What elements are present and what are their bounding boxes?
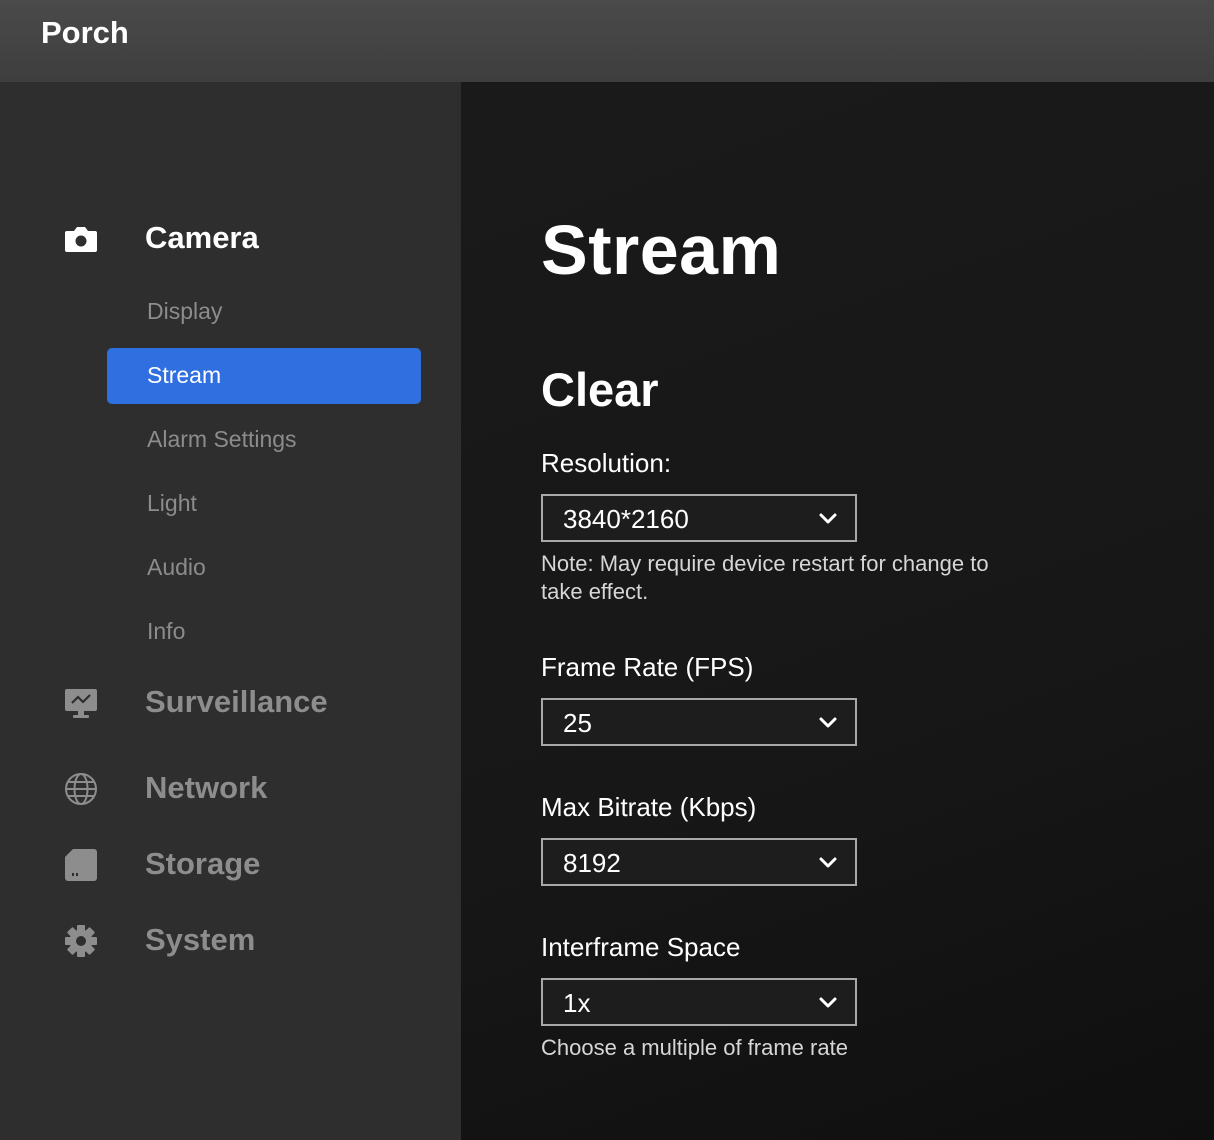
max-bitrate-select[interactable]: 8192 <box>541 838 857 886</box>
frame-rate-label: Frame Rate (FPS) <box>541 652 754 682</box>
sidebar-item-label: Display <box>147 298 223 324</box>
sidebar-section-label: Network <box>145 770 268 805</box>
interframe-space-label: Interframe Space <box>541 932 741 962</box>
sidebar-section-label: Camera <box>145 220 259 255</box>
globe-icon <box>62 770 100 808</box>
sidebar-section-label: Surveillance <box>145 684 328 719</box>
camera-icon <box>62 220 100 258</box>
frame-rate-select[interactable]: 25 <box>541 698 857 746</box>
sidebar-item-label: Stream <box>147 362 222 388</box>
sidebar-section-surveillance[interactable]: Surveillance <box>0 676 461 726</box>
app-title: Porch <box>41 15 129 50</box>
max-bitrate-value: 8192 <box>563 848 621 878</box>
sidebar-item-info[interactable]: Info <box>107 604 421 660</box>
sidebar-item-stream[interactable]: Stream <box>107 348 421 404</box>
sidebar-item-label: Light <box>147 490 197 516</box>
subsection-title: Clear <box>541 363 659 416</box>
frame-rate-value: 25 <box>563 708 592 738</box>
max-bitrate-label: Max Bitrate (Kbps) <box>541 792 757 822</box>
sidebar-item-display[interactable]: Display <box>107 284 421 340</box>
sidebar-item-label: Info <box>147 618 186 644</box>
sidebar-section-system[interactable]: System <box>0 914 461 964</box>
sidebar-section-label: System <box>145 922 256 957</box>
monitor-icon <box>62 684 100 722</box>
interframe-space-select[interactable]: 1x <box>541 978 857 1026</box>
resolution-value: 3840*2160 <box>563 504 689 534</box>
sidebar-section-camera[interactable]: Camera <box>0 212 461 262</box>
chevron-down-icon <box>819 717 837 728</box>
page-title: Stream <box>541 211 782 289</box>
interframe-space-note: Choose a multiple of frame rate <box>541 1035 848 1060</box>
sidebar-item-audio[interactable]: Audio <box>107 540 421 596</box>
resolution-label: Resolution: <box>541 448 672 478</box>
sidebar-section-network[interactable]: Network <box>0 762 461 812</box>
top-bar: Porch <box>0 0 1214 82</box>
sidebar-section-label: Storage <box>145 846 261 881</box>
chevron-down-icon <box>819 857 837 868</box>
resolution-note: Note: May require device restart for cha… <box>541 551 989 604</box>
sidebar-item-alarm-settings[interactable]: Alarm Settings <box>107 412 421 468</box>
sd-card-icon <box>62 846 100 884</box>
chevron-down-icon <box>819 513 837 524</box>
gear-icon <box>62 922 100 960</box>
sidebar-item-light[interactable]: Light <box>107 476 421 532</box>
sidebar-item-label: Alarm Settings <box>147 426 297 452</box>
sidebar-section-storage[interactable]: Storage <box>0 838 461 888</box>
chevron-down-icon <box>819 997 837 1008</box>
resolution-select[interactable]: 3840*2160 <box>541 494 857 542</box>
sidebar: Camera Display Stream Alarm Settings Lig… <box>0 82 461 1140</box>
main-panel: Stream Clear Resolution: 3840*2160 Note:… <box>461 82 1214 1140</box>
interframe-space-value: 1x <box>563 988 591 1018</box>
sidebar-item-label: Audio <box>147 554 206 580</box>
